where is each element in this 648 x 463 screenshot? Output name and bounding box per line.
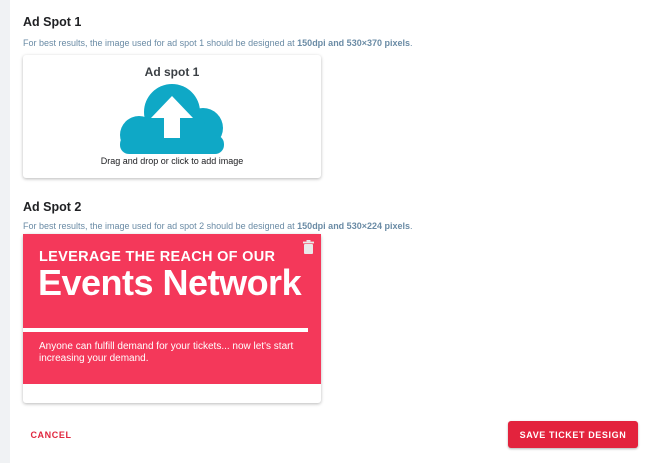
ad-spot-1-dropzone[interactable]: Ad spot 1 Drag and drop or click to add … [23,55,321,178]
ad-spot-2-card: LEVERAGE THE REACH OF OUR Events Network… [23,234,321,403]
banner-subtext: Anyone can fulfill demand for your ticke… [39,341,294,364]
dropzone-title: Ad spot 1 [144,65,200,79]
trash-icon[interactable] [303,240,314,254]
cancel-button[interactable]: CANCEL [22,423,80,447]
ad-spot-2-hint-spec: 150dpi and 530×224 pixels [297,221,410,231]
ad-spot-2-hint: For best results, the image used for ad … [23,221,413,231]
banner-divider [23,328,308,332]
ad-spot-2-hint-suffix: . [410,221,413,231]
ad-spot-1-hint-prefix: For best results, the image used for ad … [23,38,298,48]
ticket-design-panel: Ad Spot 1 For best results, the image us… [10,0,648,463]
ad-spot-1-hint-suffix: . [410,38,413,48]
ad-spot-1-hint-spec: 150dpi and 530×370 pixels [297,38,410,48]
ad-spot-2-image[interactable]: LEVERAGE THE REACH OF OUR Events Network… [23,234,321,384]
ad-spot-2-hint-prefix: For best results, the image used for ad … [23,221,298,231]
save-ticket-design-button[interactable]: SAVE TICKET DESIGN [508,421,638,448]
ad-spot-2-title: Ad Spot 2 [23,200,82,214]
ad-spot-1-title: Ad Spot 1 [23,15,82,29]
dropzone-instructions: Drag and drop or click to add image [100,156,244,166]
ad-spot-1-hint: For best results, the image used for ad … [23,38,413,48]
banner-title: Events Network [38,262,302,303]
cloud-upload-icon [120,84,224,154]
